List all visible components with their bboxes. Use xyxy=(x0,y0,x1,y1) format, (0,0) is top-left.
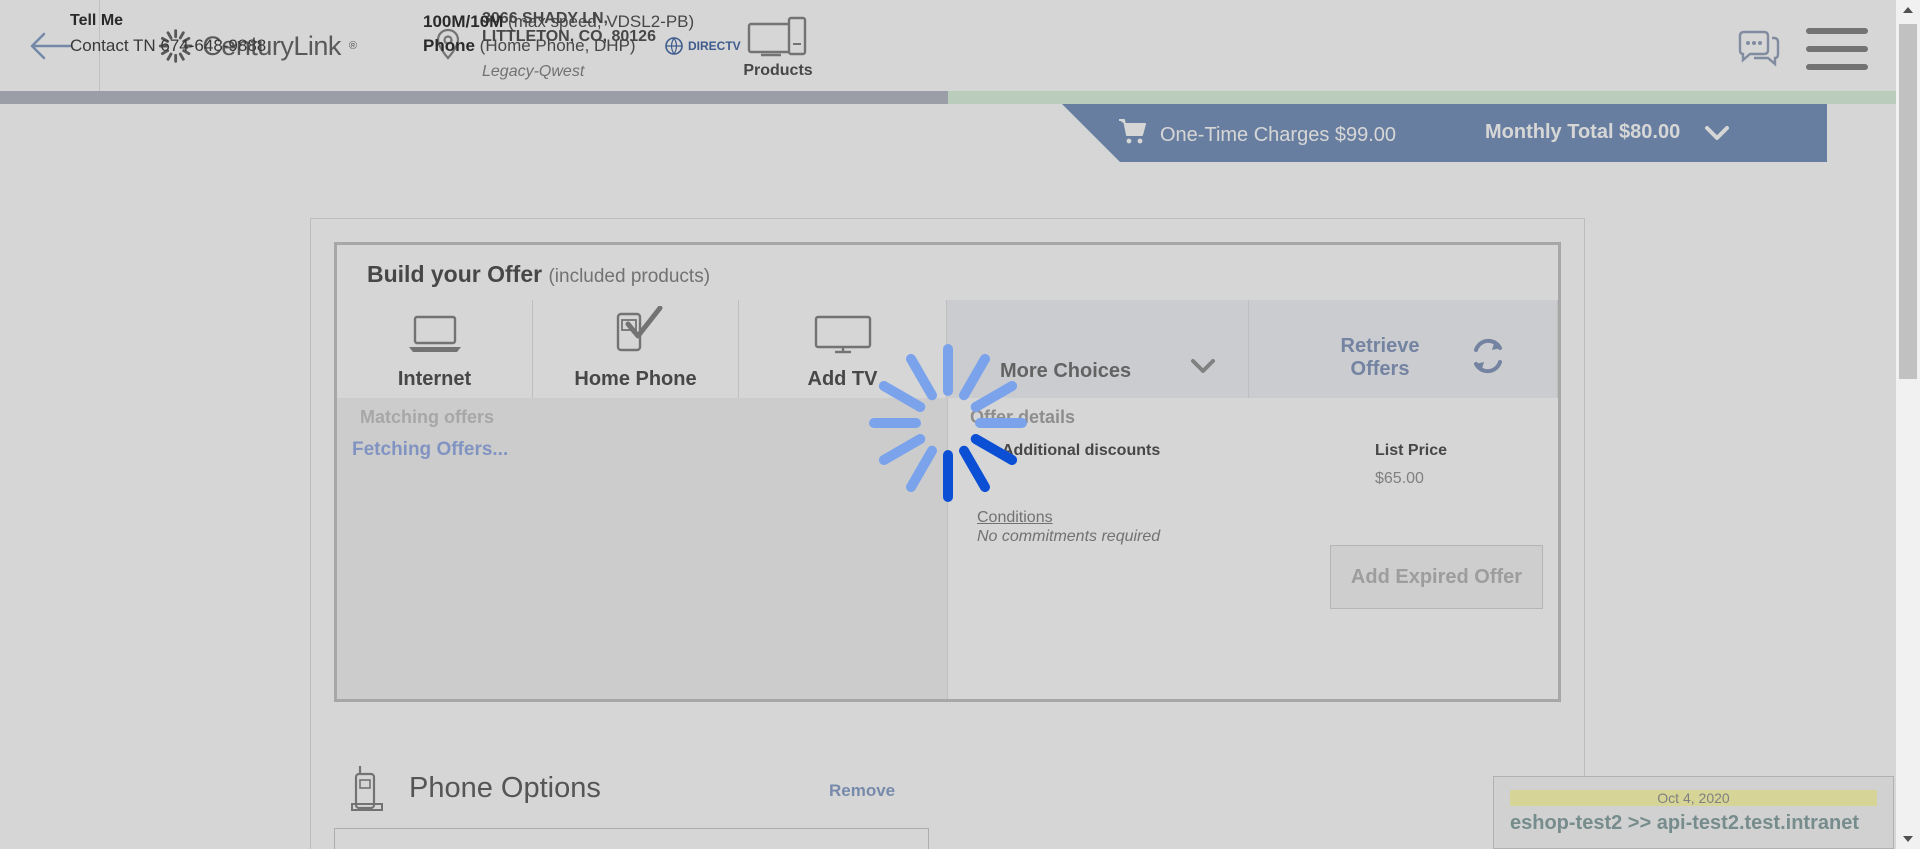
scroll-down-arrow-icon[interactable] xyxy=(1896,829,1920,849)
spinner-spoke xyxy=(970,434,1018,465)
spinner-spoke xyxy=(970,381,1018,412)
loading-spinner-icon xyxy=(869,344,1027,502)
spinner-spoke xyxy=(878,434,926,465)
spinner-spoke xyxy=(878,381,926,412)
scroll-up-arrow-icon[interactable] xyxy=(1896,0,1920,20)
scrollbar-thumb[interactable] xyxy=(1899,24,1917,379)
spinner-spoke xyxy=(906,445,937,493)
spinner-spoke xyxy=(906,353,937,401)
spinner-spoke xyxy=(959,445,990,493)
spinner-spoke xyxy=(959,353,990,401)
